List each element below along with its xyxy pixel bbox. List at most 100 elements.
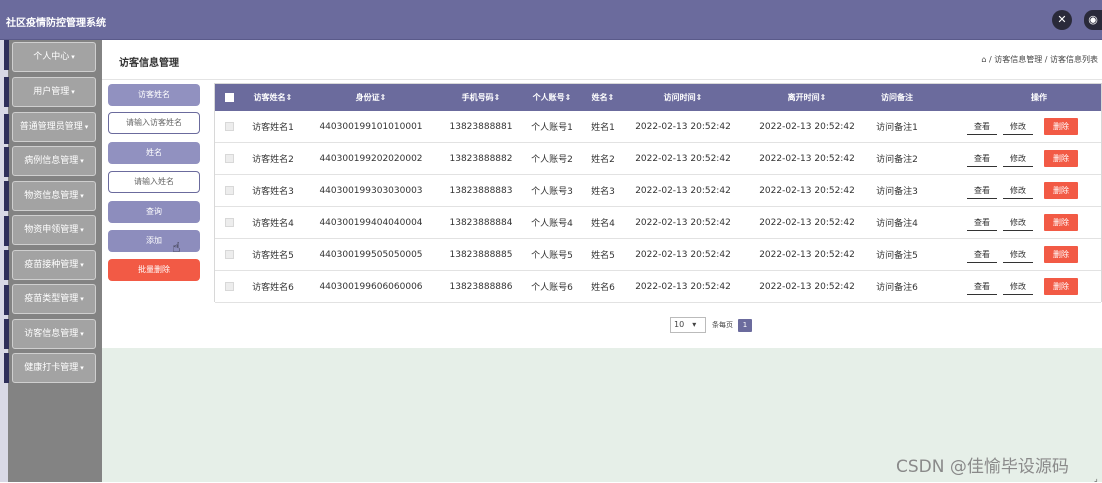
row-checkbox[interactable] xyxy=(219,175,239,206)
sidebar-item-label: 个人中心 xyxy=(33,52,70,62)
cell-visit-time: 2022-02-13 20:52:42 xyxy=(635,281,731,292)
expand-icon[interactable]: ✕ xyxy=(1052,10,1072,30)
view-button[interactable]: 查看 xyxy=(967,150,997,167)
cell-visitor: 访客姓名5 xyxy=(252,251,294,261)
view-button[interactable]: 查看 xyxy=(967,278,997,295)
cell-name: 姓名5 xyxy=(591,251,615,261)
cell-remark: 访问备注3 xyxy=(876,187,918,197)
col-remark: 访问备注 xyxy=(881,93,913,102)
sidebar-item-label: 疫苗类型管理 xyxy=(24,294,79,304)
cell-visit-time: 2022-02-13 20:52:42 xyxy=(635,153,731,164)
edit-button[interactable]: 修改 xyxy=(1003,118,1033,135)
cell-id-card: 440300199202020002 xyxy=(319,153,423,164)
cell-remark: 访问备注4 xyxy=(876,219,918,229)
main-content: 访客姓名 请输入访客姓名 姓名 请输入姓名 查询 添加 批量删除 ☝ 访客姓名⇕… xyxy=(102,80,1102,348)
col-actions: 操作 xyxy=(1031,93,1047,102)
sidebar-item-label: 用户管理 xyxy=(33,87,70,97)
sidebar-item-supplies[interactable]: 物资信息管理 ▾ xyxy=(12,181,96,211)
app-title: 社区疫情防控管理系统 xyxy=(6,18,106,29)
sidebar-marker xyxy=(4,353,9,383)
delete-button[interactable]: 删除 xyxy=(1044,182,1078,199)
delete-button[interactable]: 删除 xyxy=(1044,214,1078,231)
chevron-down-icon: ▾ xyxy=(80,330,84,338)
visitor-name-input[interactable]: 请输入访客姓名 xyxy=(108,112,200,134)
cell-visitor: 访客姓名3 xyxy=(252,187,294,197)
view-button[interactable]: 查看 xyxy=(967,118,997,135)
view-button[interactable]: 查看 xyxy=(967,246,997,263)
edit-button[interactable]: 修改 xyxy=(1003,150,1033,167)
cell-name: 姓名1 xyxy=(591,123,615,133)
name-input[interactable]: 请输入姓名 xyxy=(108,171,200,193)
chevron-down-icon: ▾ xyxy=(84,123,89,131)
name-label: 姓名 xyxy=(108,142,200,164)
row-checkbox[interactable] xyxy=(219,271,239,302)
edit-button[interactable]: 修改 xyxy=(1003,214,1033,231)
sidebar-item-supply-requests[interactable]: 物资申领管理 ▾ xyxy=(12,215,96,245)
chevron-down-icon: ▾ xyxy=(71,53,75,61)
table-row: 访客姓名2 440300199202020002 13823888882 个人账号2 姓… xyxy=(215,143,1101,175)
delete-button[interactable]: 删除 xyxy=(1044,118,1078,135)
page-size-select[interactable]: 10 ▾ xyxy=(670,317,706,333)
user-icon[interactable]: ◉ xyxy=(1084,10,1102,30)
sidebar-item-label: 物资申领管理 xyxy=(24,225,79,235)
chevron-down-icon: ▾ xyxy=(80,364,84,372)
sidebar-item-vaccine-types[interactable]: 疫苗类型管理 ▾ xyxy=(12,284,96,314)
chevron-down-icon: ▾ xyxy=(80,157,84,165)
cell-visitor: 访客姓名1 xyxy=(252,123,294,133)
breadcrumb[interactable]: ⌂ / 访客信息管理 / 访客信息列表 xyxy=(981,54,1098,65)
table-row: 访客姓名6 440300199606060006 13823888886 个人账号6 姓… xyxy=(215,271,1101,303)
sidebar-item-vaccination[interactable]: 疫苗接种管理 ▾ xyxy=(12,250,96,280)
batch-delete-button[interactable]: 批量删除 xyxy=(108,259,200,281)
query-button[interactable]: 查询 xyxy=(108,201,200,223)
cell-remark: 访问备注6 xyxy=(876,283,918,293)
col-name[interactable]: 姓名⇕ xyxy=(583,84,623,111)
sidebar-item-health-checkin[interactable]: 健康打卡管理 ▾ xyxy=(12,353,96,383)
watermark: CSDN @佳愉毕设源码 xyxy=(896,457,1069,477)
page-number-button[interactable]: 1 xyxy=(738,318,752,332)
col-account[interactable]: 个人账号⇕ xyxy=(525,84,579,111)
row-checkbox[interactable] xyxy=(219,239,239,270)
sidebar-item-users[interactable]: 用户管理 ▾ xyxy=(12,77,96,107)
view-button[interactable]: 查看 xyxy=(967,182,997,199)
sidebar-item-label: 物资信息管理 xyxy=(24,191,79,201)
row-checkbox[interactable] xyxy=(219,143,239,174)
col-visit-time[interactable]: 访问时间⇕ xyxy=(627,84,739,111)
add-button[interactable]: 添加 xyxy=(108,230,200,252)
cell-visitor: 访客姓名6 xyxy=(252,283,294,293)
cell-name: 姓名2 xyxy=(591,155,615,165)
table-row: 访客姓名1 440300199101010001 13823888881 个人账号1 姓… xyxy=(215,111,1101,143)
cell-id-card: 440300199303030003 xyxy=(319,185,423,196)
row-checkbox[interactable] xyxy=(219,111,239,142)
cell-visit-time: 2022-02-13 20:52:42 xyxy=(635,185,731,196)
cell-account: 个人账号3 xyxy=(531,187,573,197)
pagination: 10 ▾ 条每页 1 xyxy=(670,317,752,333)
delete-button[interactable]: 删除 xyxy=(1044,278,1078,295)
sidebar-item-personal-center[interactable]: 个人中心 ▾ xyxy=(12,42,96,72)
edit-button[interactable]: 修改 xyxy=(1003,246,1033,263)
col-visitor-name[interactable]: 访客姓名⇕ xyxy=(243,84,303,111)
sidebar-marker xyxy=(4,147,9,177)
cell-visit-time: 2022-02-13 20:52:42 xyxy=(635,249,731,260)
sidebar-item-admins[interactable]: 普通管理员管理 ▾ xyxy=(12,112,96,142)
edit-button[interactable]: 修改 xyxy=(1003,278,1033,295)
edit-button[interactable]: 修改 xyxy=(1003,182,1033,199)
sidebar-marker xyxy=(4,216,9,246)
cell-account: 个人账号6 xyxy=(531,283,573,293)
table-row: 访客姓名4 440300199404040004 13823888884 个人账号4 姓… xyxy=(215,207,1101,239)
row-checkbox[interactable] xyxy=(219,207,239,238)
col-leave-time[interactable]: 离开时间⇕ xyxy=(751,84,863,111)
cell-visitor: 访客姓名4 xyxy=(252,219,294,229)
sidebar-item-label: 病例信息管理 xyxy=(24,156,79,166)
delete-button[interactable]: 删除 xyxy=(1044,150,1078,167)
col-id-card[interactable]: 身份证⇕ xyxy=(307,84,435,111)
sidebar-marker xyxy=(4,40,9,70)
cell-id-card: 440300199101010001 xyxy=(319,121,423,132)
sidebar-item-visitors[interactable]: 访客信息管理 ▾ xyxy=(12,319,96,349)
delete-button[interactable]: 删除 xyxy=(1044,246,1078,263)
view-button[interactable]: 查看 xyxy=(967,214,997,231)
sidebar-item-cases[interactable]: 病例信息管理 ▾ xyxy=(12,146,96,176)
select-all-checkbox[interactable] xyxy=(219,84,239,111)
cell-phone: 13823888883 xyxy=(449,185,513,196)
table-row: 访客姓名3 440300199303030003 13823888883 个人账号3 姓… xyxy=(215,175,1101,207)
col-phone[interactable]: 手机号码⇕ xyxy=(441,84,521,111)
